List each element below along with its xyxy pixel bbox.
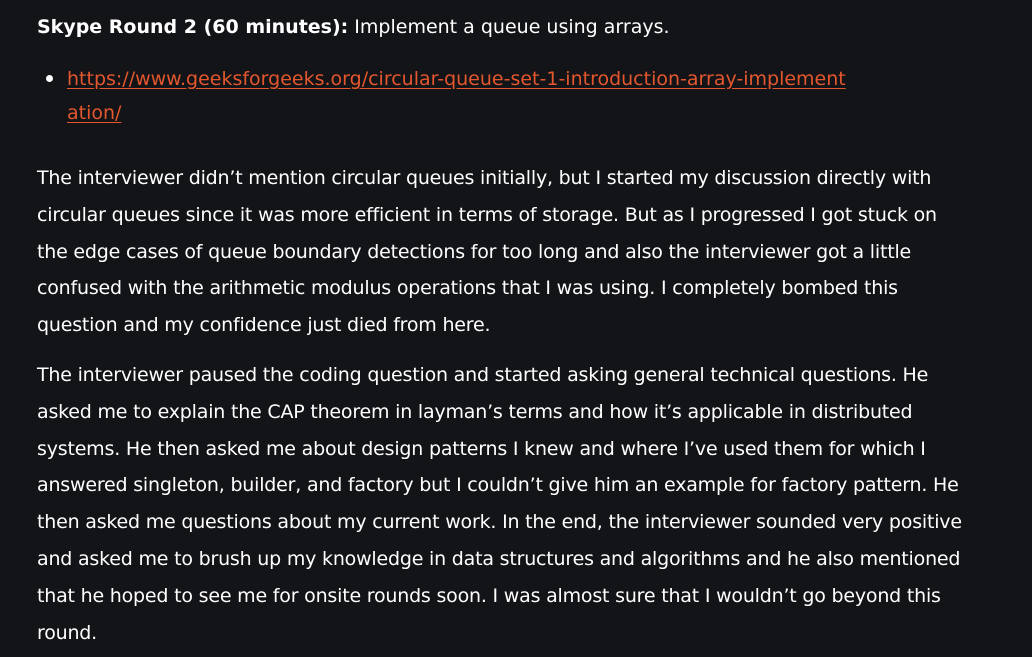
round-title: Skype Round 2 (60 minutes): [37, 16, 349, 38]
paragraph-technical-questions: The interviewer paused the coding questi… [37, 364, 962, 644]
bullet-icon [46, 75, 53, 82]
round-heading: Skype Round 2 (60 minutes): Implement a … [37, 13, 670, 41]
reference-link-list: https://www.geeksforgeeks.org/circular-q… [37, 62, 997, 130]
round-description: Implement a queue using arrays. [348, 16, 670, 38]
geeksforgeeks-link[interactable]: https://www.geeksforgeeks.org/circular-q… [67, 62, 847, 130]
paragraph-first-discussion: The interviewer didn’t mention circular … [37, 167, 937, 337]
article-body: Skype Round 2 (60 minutes): Implement a … [0, 0, 1032, 657]
list-item: https://www.geeksforgeeks.org/circular-q… [37, 62, 997, 130]
